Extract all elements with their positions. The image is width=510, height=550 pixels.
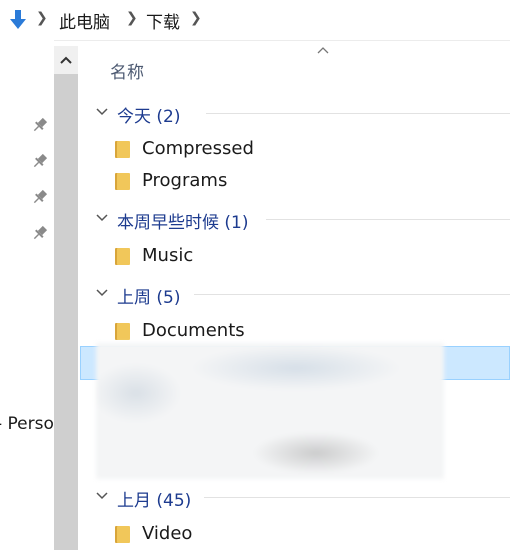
folder-icon bbox=[115, 141, 130, 158]
group-title: 上周 (5) bbox=[117, 288, 181, 308]
chevron-down-icon[interactable] bbox=[96, 214, 108, 222]
group-title: 上月 (45) bbox=[117, 491, 192, 511]
group-divider bbox=[204, 497, 510, 498]
group-header-earlier-this-week[interactable]: 本周早些时候 (1) bbox=[80, 206, 510, 234]
list-item[interactable]: Music bbox=[80, 241, 510, 271]
folder-icon bbox=[115, 323, 130, 340]
breadcrumb-this-pc[interactable]: 此电脑 bbox=[59, 8, 110, 33]
group-title: 今天 (2) bbox=[117, 107, 181, 127]
group-header-last-month[interactable]: 上月 (45) bbox=[80, 484, 510, 512]
item-name: Music bbox=[142, 245, 194, 266]
group-title: 本周早些时候 (1) bbox=[117, 213, 249, 233]
sort-ascending-icon bbox=[317, 47, 329, 54]
group-header-last-week[interactable]: 上周 (5) bbox=[80, 281, 510, 309]
list-item[interactable]: Video bbox=[80, 519, 510, 549]
group-divider bbox=[206, 113, 510, 114]
chevron-down-icon[interactable] bbox=[96, 289, 108, 297]
chevron-up-icon bbox=[60, 56, 72, 64]
chevron-down-icon[interactable] bbox=[96, 108, 108, 116]
folder-icon bbox=[115, 173, 130, 190]
redacted-region bbox=[96, 343, 444, 479]
navigation-pane: - Perso bbox=[0, 40, 54, 550]
list-item[interactable]: Documents bbox=[80, 316, 510, 346]
nav-scrollbar[interactable] bbox=[54, 46, 78, 550]
file-list: 名称 今天 (2) Compressed Programs 本周早些时候 (1)… bbox=[80, 40, 510, 550]
folder-icon bbox=[115, 248, 130, 265]
column-header-name[interactable]: 名称 bbox=[110, 58, 144, 83]
breadcrumb-downloads[interactable]: 下载 bbox=[146, 8, 180, 33]
address-bar[interactable]: ❯ 此电脑 ❯ 下载 ❯ bbox=[0, 0, 510, 41]
group-divider bbox=[194, 294, 510, 295]
scroll-up-button[interactable] bbox=[54, 46, 78, 74]
pin-icon[interactable] bbox=[31, 188, 49, 206]
item-name: Compressed bbox=[142, 138, 254, 159]
folder-icon bbox=[115, 526, 130, 543]
group-header-today[interactable]: 今天 (2) bbox=[80, 100, 510, 128]
chevron-right-icon[interactable]: ❯ bbox=[36, 10, 48, 26]
item-name: Programs bbox=[142, 170, 228, 191]
download-arrow-icon bbox=[10, 10, 26, 29]
nav-item-onedrive-personal[interactable]: - Perso bbox=[0, 414, 54, 434]
item-name: Documents bbox=[142, 320, 245, 341]
list-item[interactable]: Programs bbox=[80, 166, 510, 196]
chevron-down-icon[interactable] bbox=[96, 492, 108, 500]
pin-icon[interactable] bbox=[31, 224, 49, 242]
chevron-right-icon[interactable]: ❯ bbox=[190, 10, 202, 26]
group-divider bbox=[266, 219, 510, 220]
item-name: Video bbox=[142, 523, 193, 544]
chevron-right-icon[interactable]: ❯ bbox=[126, 10, 138, 26]
list-item[interactable]: Compressed bbox=[80, 134, 510, 164]
pin-icon[interactable] bbox=[31, 116, 49, 134]
pin-icon[interactable] bbox=[31, 152, 49, 170]
